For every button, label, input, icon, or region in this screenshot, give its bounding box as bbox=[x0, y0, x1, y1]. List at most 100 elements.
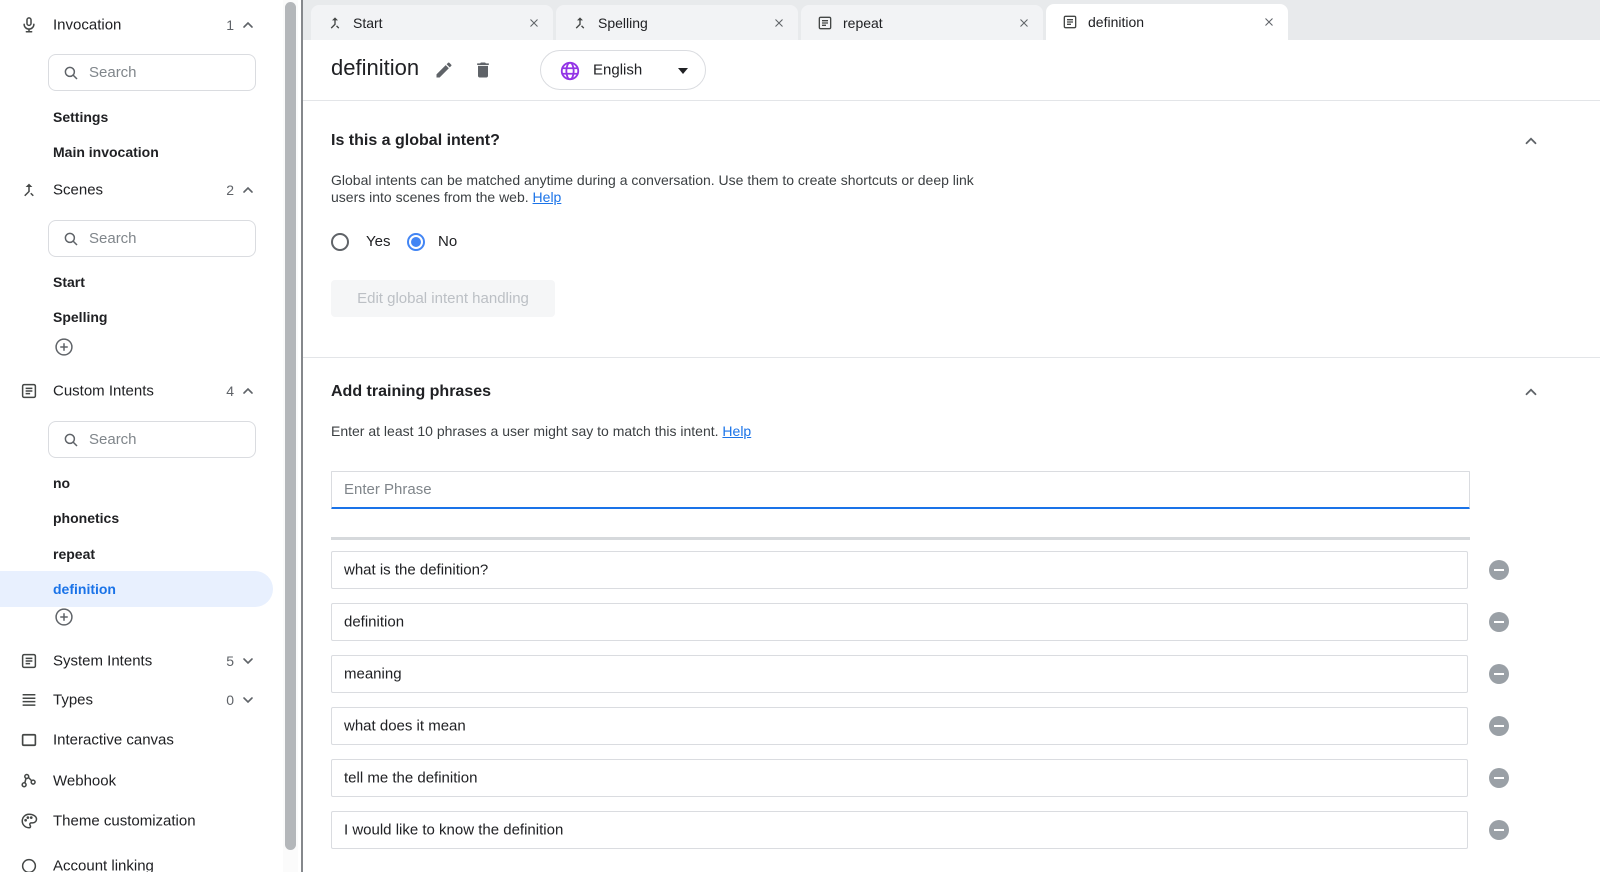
close-icon[interactable] bbox=[527, 16, 541, 30]
chevron-up-icon[interactable] bbox=[240, 17, 256, 33]
help-link[interactable]: Help bbox=[533, 189, 562, 205]
globe-icon bbox=[559, 60, 581, 82]
custom-intents-search bbox=[48, 421, 256, 458]
radio-no-selected[interactable] bbox=[407, 233, 425, 251]
sidebar-item-phonetics[interactable]: phonetics bbox=[0, 500, 283, 536]
remove-phrase-button[interactable] bbox=[1489, 560, 1509, 580]
scene-icon bbox=[572, 15, 588, 31]
tab-bar: Start Spelling repeat definition bbox=[303, 0, 1600, 40]
edit-global-intent-button[interactable]: Edit global intent handling bbox=[331, 280, 555, 317]
sidebar-section-system-intents[interactable]: System Intents 5 bbox=[0, 643, 283, 679]
training-phrase-row[interactable]: tell me the definition bbox=[331, 759, 1468, 797]
sidebar-item-theme-customization[interactable]: Theme customization bbox=[0, 803, 283, 839]
sidebar-section-invocation[interactable]: Invocation 1 bbox=[0, 7, 283, 43]
list-lines-icon bbox=[20, 691, 38, 709]
page-title: definition bbox=[331, 55, 419, 81]
tab-start[interactable]: Start bbox=[311, 5, 553, 40]
section-count: 4 bbox=[216, 383, 234, 399]
remove-phrase-button[interactable] bbox=[1489, 612, 1509, 632]
section-label: Invocation bbox=[53, 17, 121, 34]
language-label: English bbox=[593, 62, 642, 79]
sidebar: Invocation 1 Settings Main invocation Sc… bbox=[0, 0, 301, 872]
close-icon[interactable] bbox=[1262, 15, 1276, 29]
training-phrase-row[interactable]: definition bbox=[331, 603, 1468, 641]
search-icon bbox=[62, 230, 80, 248]
sidebar-section-types[interactable]: Types 0 bbox=[0, 682, 283, 718]
intent-icon bbox=[817, 15, 833, 31]
add-intent-button[interactable] bbox=[54, 607, 74, 627]
dropdown-caret-icon bbox=[678, 68, 688, 74]
sidebar-item-definition-selected[interactable]: definition bbox=[0, 571, 273, 607]
remove-phrase-button[interactable] bbox=[1489, 664, 1509, 684]
help-link[interactable]: Help bbox=[722, 423, 751, 439]
scrollbar-thumb[interactable] bbox=[285, 2, 296, 850]
sidebar-item-interactive-canvas[interactable]: Interactive canvas bbox=[0, 722, 283, 758]
scenes-search bbox=[48, 220, 256, 257]
section-count: 1 bbox=[216, 17, 234, 33]
close-icon[interactable] bbox=[1017, 16, 1031, 30]
tab-repeat[interactable]: repeat bbox=[801, 5, 1043, 40]
scene-icon bbox=[20, 181, 38, 199]
search-input[interactable] bbox=[89, 221, 249, 256]
sidebar-item-settings[interactable]: Settings bbox=[0, 99, 283, 135]
training-phrases-description: Enter at least 10 phrases a user might s… bbox=[331, 423, 1091, 440]
sidebar-item-account-linking[interactable]: Account linking bbox=[0, 848, 283, 872]
canvas-icon bbox=[20, 731, 38, 749]
tab-spelling[interactable]: Spelling bbox=[556, 5, 798, 40]
sidebar-item-no[interactable]: no bbox=[0, 465, 283, 501]
sidebar-item-start[interactable]: Start bbox=[0, 264, 283, 300]
chevron-down-icon[interactable] bbox=[240, 653, 256, 669]
training-phrase-row[interactable]: what does it mean bbox=[331, 707, 1468, 745]
training-phrases-heading: Add training phrases bbox=[331, 383, 491, 401]
webhook-icon bbox=[20, 772, 38, 790]
section-label: System Intents bbox=[53, 653, 152, 670]
training-phrase-row[interactable]: meaning bbox=[331, 655, 1468, 693]
sidebar-item-webhook[interactable]: Webhook bbox=[0, 763, 283, 799]
search-icon bbox=[62, 64, 80, 82]
remove-phrase-button[interactable] bbox=[1489, 768, 1509, 788]
add-scene-button[interactable] bbox=[54, 337, 74, 357]
remove-phrase-button[interactable] bbox=[1489, 716, 1509, 736]
intent-icon bbox=[1062, 14, 1078, 30]
intent-icon bbox=[20, 652, 38, 670]
chevron-up-icon[interactable] bbox=[240, 182, 256, 198]
language-selector[interactable]: English bbox=[540, 50, 706, 90]
sidebar-scrollbar bbox=[283, 0, 298, 872]
remove-phrase-button[interactable] bbox=[1489, 820, 1509, 840]
sidebar-item-main-invocation[interactable]: Main invocation bbox=[0, 134, 283, 170]
main-panel: Start Spelling repeat definition definit… bbox=[303, 0, 1600, 872]
section-label: Types bbox=[53, 692, 93, 709]
sidebar-section-scenes[interactable]: Scenes 2 bbox=[0, 172, 283, 208]
invocation-search bbox=[48, 54, 256, 91]
search-input[interactable] bbox=[89, 55, 249, 90]
section-label: Scenes bbox=[53, 182, 103, 199]
collapse-chevron-icon[interactable] bbox=[1522, 132, 1540, 150]
global-intent-heading: Is this a global intent? bbox=[331, 132, 500, 150]
delete-icon[interactable] bbox=[473, 60, 493, 80]
training-phrase-row[interactable]: I would like to know the definition bbox=[331, 811, 1468, 849]
sidebar-section-custom-intents[interactable]: Custom Intents 4 bbox=[0, 373, 283, 409]
sidebar-item-repeat[interactable]: repeat bbox=[0, 536, 283, 572]
divider bbox=[303, 100, 1600, 101]
section-count: 0 bbox=[216, 692, 234, 708]
edit-icon[interactable] bbox=[434, 60, 454, 80]
training-phrase-row[interactable]: what is the definition? bbox=[331, 551, 1468, 589]
radio-yes[interactable] bbox=[331, 233, 349, 251]
microphone-icon bbox=[20, 16, 38, 34]
collapse-chevron-icon[interactable] bbox=[1522, 383, 1540, 401]
divider bbox=[303, 357, 1600, 358]
tab-definition-active[interactable]: definition bbox=[1046, 4, 1288, 40]
global-intent-description: Global intents can be matched anytime du… bbox=[331, 172, 1011, 206]
close-icon[interactable] bbox=[772, 16, 786, 30]
divider bbox=[331, 537, 1470, 540]
actions-console: Invocation 1 Settings Main invocation Sc… bbox=[0, 0, 1600, 872]
section-label: Custom Intents bbox=[53, 383, 154, 400]
sidebar-item-spelling[interactable]: Spelling bbox=[0, 299, 283, 335]
account-icon bbox=[20, 857, 38, 872]
chevron-down-icon[interactable] bbox=[240, 692, 256, 708]
intent-icon bbox=[20, 382, 38, 400]
chevron-up-icon[interactable] bbox=[240, 383, 256, 399]
search-input[interactable] bbox=[89, 422, 249, 457]
section-count: 2 bbox=[216, 182, 234, 198]
enter-phrase-input[interactable] bbox=[331, 471, 1470, 509]
